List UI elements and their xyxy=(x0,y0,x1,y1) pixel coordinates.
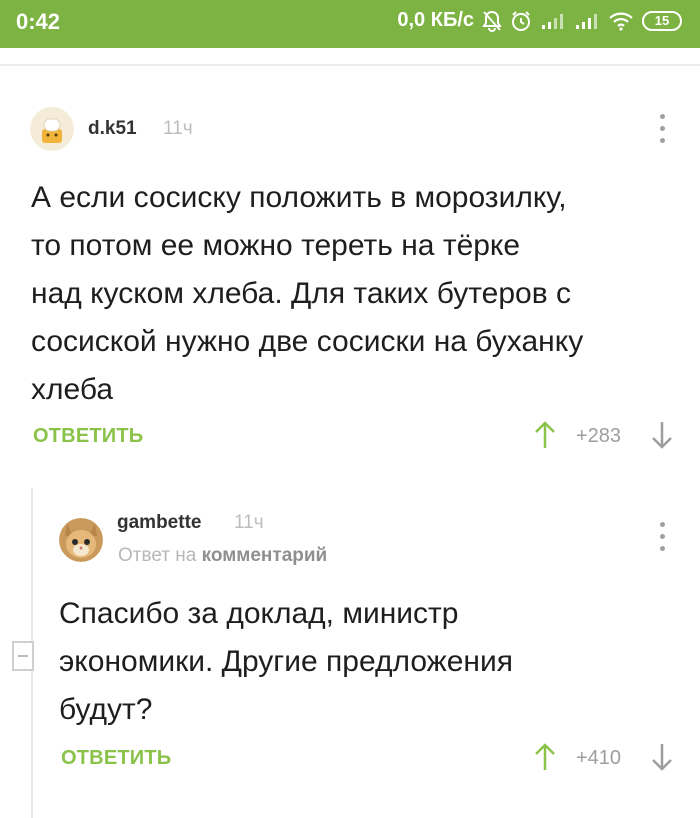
comment-username[interactable]: gambette xyxy=(117,512,201,534)
arrow-down-icon[interactable] xyxy=(650,420,674,455)
reply-to-link[interactable]: комментарий xyxy=(202,545,328,566)
signal-icon xyxy=(540,12,566,30)
minus-square-icon[interactable] xyxy=(12,641,34,671)
avatar[interactable] xyxy=(59,518,103,562)
comment-text-line: то потом ее можно тереть на тёрке xyxy=(31,229,521,262)
battery-indicator: 15 xyxy=(642,10,682,31)
comment-text-line: над куском хлеба. Для таких бутеров с xyxy=(31,277,571,310)
notifications-muted-icon xyxy=(482,10,502,32)
reply-to-prefix: Ответ на xyxy=(118,545,197,566)
status-indicators: 0,0 КБ/с 15 xyxy=(397,9,682,32)
comment-time: 11ч xyxy=(234,512,264,533)
separator xyxy=(0,64,700,66)
status-bar: 0:42 0,0 КБ/с 15 xyxy=(0,0,700,48)
wifi-icon xyxy=(608,11,634,31)
reply-button[interactable]: ОТВЕТИТЬ xyxy=(61,747,171,770)
comment-text: Спасибо за доклад, министр экономики. Др… xyxy=(59,590,513,734)
alarm-icon xyxy=(510,10,532,32)
reply-to: Ответ на комментарий xyxy=(118,545,327,567)
more-vertical-icon[interactable] xyxy=(652,112,672,148)
comment-text-line: Спасибо за доклад, министр xyxy=(59,597,459,630)
avatar[interactable] xyxy=(30,107,74,151)
reply-button[interactable]: ОТВЕТИТЬ xyxy=(33,425,143,448)
comment-time: 11ч xyxy=(163,118,193,139)
comment-text-line: сосиской нужно две сосиски на буханку xyxy=(31,325,584,358)
comment-text: А если сосиску положить в морозилку, то … xyxy=(31,174,583,414)
arrow-down-icon[interactable] xyxy=(650,742,674,777)
status-time: 0:42 xyxy=(16,9,61,34)
comment-text-line: будут? xyxy=(59,693,153,726)
rating: +410 xyxy=(576,747,622,769)
comment-username[interactable]: d.k51 xyxy=(88,118,137,140)
rating: +283 xyxy=(576,425,622,447)
arrow-up-icon[interactable] xyxy=(533,420,557,455)
network-speed: 0,0 КБ/с xyxy=(397,9,474,31)
comment-text-line: экономики. Другие предложения xyxy=(59,645,513,678)
comment-text-line: хлеба xyxy=(31,373,114,406)
more-vertical-icon[interactable] xyxy=(652,520,672,556)
arrow-up-icon[interactable] xyxy=(533,742,557,777)
signal-icon-2 xyxy=(574,12,600,30)
comment-text-line: А если сосиску положить в морозилку, xyxy=(31,181,567,214)
